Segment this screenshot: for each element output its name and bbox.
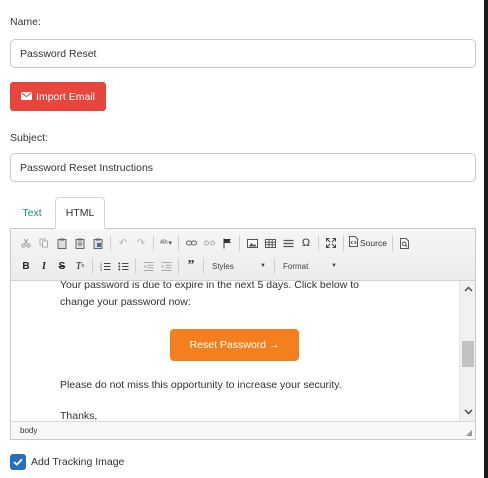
subject-label: Subject:	[10, 132, 48, 144]
scroll-down-icon[interactable]	[463, 407, 473, 417]
cut-icon[interactable]	[17, 234, 35, 252]
numbered-list-icon[interactable]: 123	[96, 257, 114, 275]
indent-icon[interactable]	[157, 257, 175, 275]
toolbar-separator	[178, 235, 179, 251]
editor-toolbar: ↶ ↷ ᴬᴮᶜ▾ Ω Source B I S T x 1 2 3 ” Styl…	[11, 229, 475, 281]
toolbar-separator	[153, 235, 154, 251]
spellcheck-icon[interactable]: ᴬᴮᶜ▾	[157, 234, 175, 252]
body-text-line: Thanks,	[60, 410, 98, 421]
outdent-icon[interactable]	[139, 257, 157, 275]
toolbar-separator	[318, 235, 319, 251]
import-email-button[interactable]: Import Email	[10, 82, 106, 111]
table-icon[interactable]	[261, 234, 279, 252]
toolbar-separator	[135, 258, 136, 274]
source-button[interactable]: Source	[347, 234, 389, 252]
remove-format-icon[interactable]: Tx	[71, 257, 89, 275]
window-edge	[484, 0, 488, 478]
anchor-icon[interactable]	[218, 234, 236, 252]
blockquote-icon[interactable]: ”	[182, 257, 200, 275]
source-icon	[349, 236, 358, 250]
source-label: Source	[360, 238, 387, 248]
element-path[interactable]: body	[20, 426, 37, 435]
body-text-line: Your password is due to expire in the ne…	[60, 281, 360, 291]
body-text-line: change your password now:	[60, 296, 191, 308]
paste-word-icon[interactable]	[89, 234, 107, 252]
undo-icon[interactable]: ↶	[114, 234, 132, 252]
toolbar-separator	[92, 258, 93, 274]
tracking-checkbox[interactable]	[10, 454, 26, 470]
special-char-icon[interactable]: Ω	[297, 234, 315, 252]
toolbar-separator	[391, 235, 393, 251]
subject-input[interactable]	[10, 153, 476, 182]
dropdown-arrow-icon: ▼	[260, 263, 266, 269]
envelope-icon	[21, 91, 33, 103]
reset-password-button[interactable]: Reset Password →	[170, 329, 299, 361]
dropdown-arrow-icon: ▼	[331, 263, 337, 269]
bulleted-list-icon[interactable]	[114, 257, 132, 275]
vertical-scrollbar[interactable]	[459, 281, 475, 421]
paste-text-icon[interactable]	[71, 234, 89, 252]
toolbar-separator	[343, 235, 344, 251]
editor-content[interactable]: Your password is due to expire in the ne…	[11, 281, 459, 421]
name-label: Name:	[10, 16, 41, 28]
redo-icon[interactable]: ↷	[132, 234, 150, 252]
toolbar-separator	[178, 258, 179, 274]
paste-icon[interactable]	[53, 234, 71, 252]
horizontal-rule-icon[interactable]	[279, 234, 297, 252]
italic-button[interactable]: I	[35, 257, 53, 275]
bold-button[interactable]: B	[17, 257, 35, 275]
unlink-icon[interactable]	[200, 234, 218, 252]
name-input[interactable]	[10, 39, 476, 68]
svg-text:3: 3	[100, 268, 102, 271]
toolbar-separator	[239, 235, 240, 251]
resize-grip-icon[interactable]: ◢	[466, 428, 472, 437]
format-label: Format	[283, 261, 309, 271]
format-dropdown[interactable]: Format ▼	[278, 258, 342, 274]
maximize-icon[interactable]	[322, 234, 340, 252]
editor-tabs: Text HTML	[10, 197, 476, 229]
link-icon[interactable]	[182, 234, 200, 252]
scroll-thumb[interactable]	[462, 341, 474, 367]
editor-status-bar: body ◢	[11, 421, 475, 439]
import-email-label: Import Email	[36, 90, 95, 103]
toolbar-separator	[203, 258, 204, 274]
tracking-label: Add Tracking Image	[31, 456, 125, 468]
image-icon[interactable]	[243, 234, 261, 252]
rich-text-editor: ↶ ↷ ᴬᴮᶜ▾ Ω Source B I S T x 1 2 3 ” Styl…	[10, 228, 476, 440]
checkmark-icon	[13, 458, 23, 466]
tab-text[interactable]: Text	[10, 197, 54, 229]
toolbar-separator	[274, 258, 275, 274]
styles-label: Styles	[212, 261, 234, 271]
copy-icon[interactable]	[35, 234, 53, 252]
scroll-up-icon[interactable]	[463, 284, 473, 294]
body-text-line: Please do not miss this opportunity to i…	[60, 379, 342, 391]
tracking-option: Add Tracking Image	[10, 454, 124, 470]
strikethrough-button[interactable]: S	[53, 257, 71, 275]
toolbar-separator	[110, 235, 111, 251]
tab-html[interactable]: HTML	[55, 197, 105, 229]
styles-dropdown[interactable]: Styles ▼	[207, 258, 271, 274]
preview-icon[interactable]	[396, 234, 414, 252]
